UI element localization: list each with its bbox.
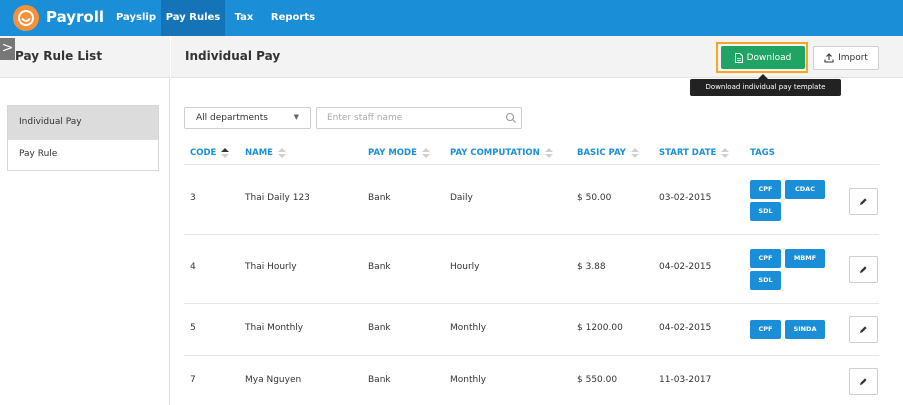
row-4-pay-computation: Monthly — [450, 375, 487, 385]
row-3-pay-computation: Monthly — [450, 323, 487, 333]
caret-down-icon: ▼ — [293, 113, 299, 121]
column-header-start-date-label: START DATE — [659, 148, 717, 158]
row-2-pay-mode: Bank — [368, 262, 391, 272]
tag-badge: SINDA — [785, 320, 825, 339]
row-4-pay-mode: Bank — [368, 375, 391, 385]
sidebar-item-individual-pay[interactable]: Individual Pay — [8, 106, 158, 139]
header-divider — [184, 164, 879, 165]
row-3-code: 5 — [190, 323, 196, 333]
tag-badge: SDL — [750, 271, 781, 290]
pencil-icon — [860, 326, 867, 333]
department-select[interactable]: All departments ▼ — [184, 107, 311, 129]
column-header-pay-computation[interactable]: PAY COMPUTATION — [450, 148, 553, 158]
row-2-start-date: 04-02-2015 — [659, 262, 712, 272]
tag-badge: CPF — [750, 249, 781, 268]
row-divider — [184, 303, 879, 304]
row-3-name: Thai Monthly — [245, 323, 304, 333]
edit-row-button[interactable] — [849, 188, 878, 215]
row-2-basic-pay: $ 3.88 — [577, 262, 606, 272]
sort-arrows-icon[interactable] — [721, 148, 730, 158]
column-header-tags: TAGS — [750, 148, 775, 158]
row-2-code: 4 — [190, 262, 196, 272]
pencil-icon — [860, 378, 867, 385]
column-header-basic-pay[interactable]: BASIC PAY — [577, 148, 639, 158]
row-1-name: Thai Daily 123 — [245, 193, 310, 203]
column-header-name[interactable]: NAME — [245, 148, 286, 158]
tag-badge: CPF — [750, 180, 781, 199]
sidebar-title: Pay Rule List — [15, 49, 103, 63]
import-button-label: Import — [838, 53, 868, 63]
row-3-pay-mode: Bank — [368, 323, 391, 333]
import-button[interactable]: Import — [813, 46, 879, 70]
row-1-start-date: 03-02-2015 — [659, 193, 712, 203]
staff-name-input[interactable] — [316, 107, 522, 129]
file-icon — [734, 52, 743, 63]
sort-arrows-icon[interactable] — [630, 148, 639, 158]
row-1-pay-computation: Daily — [450, 193, 473, 203]
nav-pay-rules[interactable]: Pay Rules — [161, 0, 225, 36]
row-1-pay-mode: Bank — [368, 193, 391, 203]
download-tooltip: Download individual pay template — [690, 79, 841, 96]
tag-badge: SDL — [750, 202, 781, 221]
row-divider — [184, 355, 879, 356]
nav-reports[interactable]: Reports — [263, 0, 323, 36]
pencil-icon — [860, 266, 867, 273]
row-4-name: Mya Nguyen — [245, 375, 302, 385]
row-divider — [184, 234, 879, 235]
column-header-pay-computation-label: PAY COMPUTATION — [450, 148, 540, 158]
sidebar-item-pay-rule[interactable]: Pay Rule — [8, 139, 158, 170]
upload-icon — [824, 53, 834, 63]
row-3-start-date: 04-02-2015 — [659, 323, 712, 333]
sort-arrows-icon[interactable] — [544, 148, 553, 158]
download-button[interactable]: Download — [721, 46, 805, 69]
column-header-pay-mode[interactable]: PAY MODE — [368, 148, 430, 158]
row-4-basic-pay: $ 550.00 — [577, 375, 618, 385]
pencil-icon — [860, 198, 867, 205]
column-header-code[interactable]: CODE — [190, 148, 230, 158]
edit-row-button[interactable] — [849, 316, 878, 343]
search-icon[interactable] — [505, 112, 517, 124]
sort-arrows-icon[interactable] — [421, 148, 430, 158]
tag-badge: CPF — [750, 320, 781, 339]
sidebar-header: > Pay Rule List — [0, 36, 170, 78]
nav-payslip[interactable]: Payslip — [111, 0, 161, 36]
tag-badge: CDAC — [785, 180, 825, 199]
edit-row-button[interactable] — [849, 368, 878, 395]
edit-row-button[interactable] — [849, 256, 878, 283]
row-1-code: 3 — [190, 193, 196, 203]
department-select-value: All departments — [196, 113, 268, 123]
column-header-basic-pay-label: BASIC PAY — [577, 148, 626, 158]
page-title: Individual Pay — [185, 49, 281, 63]
row-4-start-date: 11-03-2017 — [659, 375, 712, 385]
logo-icon — [13, 5, 39, 31]
column-header-pay-mode-label: PAY MODE — [368, 148, 417, 158]
sidebar: > Pay Rule List Individual Pay Pay Rule — [0, 36, 170, 405]
collapse-sidebar-button[interactable]: > — [0, 38, 15, 60]
row-2-name: Thai Hourly — [245, 262, 297, 272]
row-4-code: 7 — [190, 375, 196, 385]
column-header-name-label: NAME — [245, 148, 273, 158]
column-header-code-label: CODE — [190, 148, 217, 158]
pay-rule-list: Individual Pay Pay Rule — [7, 105, 159, 171]
column-header-tags-label: TAGS — [750, 148, 775, 158]
tag-badge: MBMF — [785, 249, 825, 268]
column-header-start-date[interactable]: START DATE — [659, 148, 730, 158]
row-1-basic-pay: $ 50.00 — [577, 193, 612, 203]
download-button-label: Download — [746, 52, 792, 63]
nav-tax[interactable]: Tax — [225, 0, 263, 36]
sort-arrows-icon[interactable] — [221, 148, 230, 158]
row-3-basic-pay: $ 1200.00 — [577, 323, 623, 333]
sort-arrows-icon[interactable] — [277, 148, 286, 158]
app-name[interactable]: Payroll — [46, 8, 104, 26]
top-nav: Payroll Payslip Pay Rules Tax Reports — [0, 0, 903, 36]
row-2-pay-computation: Hourly — [450, 262, 480, 272]
